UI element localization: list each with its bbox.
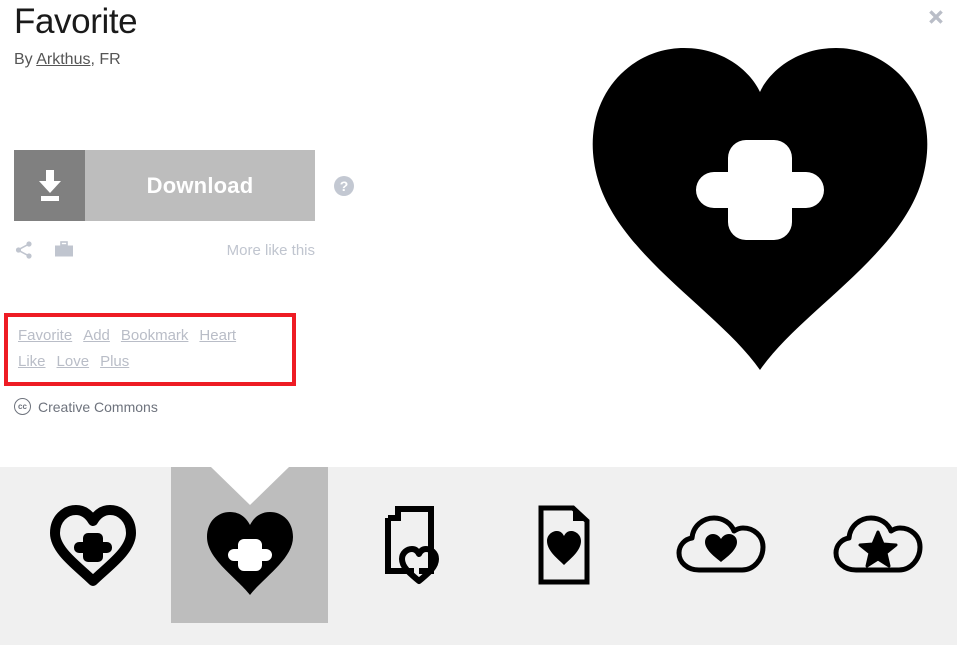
thumbnail-heart-outline-with-plus[interactable] [14, 467, 171, 623]
tags-highlight-box: Favorite Add Bookmark Heart Like Love Pl… [4, 313, 296, 386]
thumbnail-page-with-heart-filled[interactable] [485, 467, 642, 623]
detail-header: Favorite By Arkthus, FR [14, 0, 434, 70]
author-link[interactable]: Arkthus [36, 51, 90, 68]
more-like-this-link[interactable]: More like this [227, 242, 315, 259]
share-row: More like this [14, 238, 315, 262]
license-row: cc Creative Commons [14, 398, 158, 415]
thumbnail-cloud-with-heart[interactable] [642, 467, 799, 623]
tag-link[interactable]: Bookmark [121, 323, 189, 349]
briefcase-icon[interactable] [54, 241, 74, 259]
tag-link[interactable]: Heart [199, 323, 236, 349]
thumbnail-strip [0, 467, 957, 645]
thumbnail-document-with-heart-outline[interactable] [328, 467, 485, 623]
share-icon[interactable] [14, 240, 34, 260]
close-icon[interactable] [921, 2, 951, 32]
tag-link[interactable]: Love [57, 349, 90, 375]
tag-link[interactable]: Add [83, 323, 110, 349]
creative-commons-icon: cc [14, 398, 31, 415]
icon-preview [560, 30, 957, 380]
help-icon[interactable]: ? [334, 175, 354, 196]
download-row: Download ? [14, 150, 354, 221]
page-title: Favorite [14, 2, 138, 41]
byline-prefix: By [14, 51, 37, 68]
selected-thumbnail-notch [210, 467, 289, 505]
license-label: Creative Commons [38, 398, 158, 415]
download-label-box: Download [85, 150, 315, 221]
download-button-label: Download [146, 172, 254, 198]
tag-link[interactable]: Plus [100, 349, 129, 375]
tags-list: Favorite Add Bookmark Heart Like Love Pl… [18, 323, 282, 375]
icon-detail-page: Favorite By Arkthus, FR Download ? More … [0, 0, 957, 645]
download-arrow-icon [14, 150, 85, 221]
byline-suffix: , FR [90, 51, 121, 68]
tag-link[interactable]: Like [18, 349, 46, 375]
thumbnail-cloud-with-star[interactable] [799, 467, 956, 623]
tag-link[interactable]: Favorite [18, 323, 72, 349]
thumbnail-heart-filled-with-plus[interactable] [171, 467, 328, 623]
byline: By Arkthus, FR [14, 50, 434, 70]
download-button[interactable]: Download [14, 150, 315, 221]
